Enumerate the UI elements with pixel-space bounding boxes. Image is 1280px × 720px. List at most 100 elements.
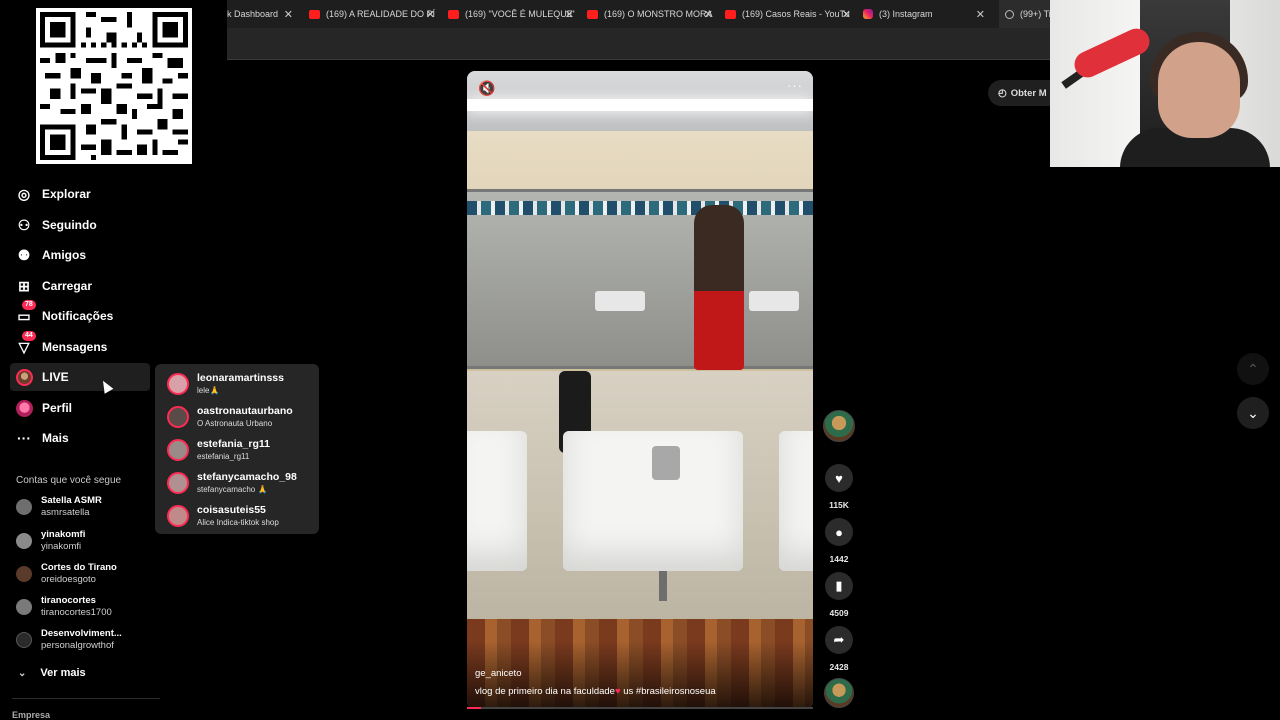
- avatar: [16, 499, 32, 515]
- message-icon: ▽ 44: [14, 331, 36, 357]
- sidebar-item-label: Mais: [42, 431, 69, 445]
- caption-hashtag[interactable]: us #brasileirosnoseua: [621, 686, 715, 697]
- sidebar-item-live[interactable]: LIVE: [10, 363, 150, 391]
- music-disc-avatar[interactable]: [824, 678, 854, 708]
- caption-text: vlog de primeiro dia na faculdade: [475, 686, 615, 697]
- browser-tab[interactable]: (3) Instagram ✕: [863, 0, 989, 28]
- share-count: 2428: [829, 662, 849, 672]
- following-account[interactable]: yinakomfi yinakomfi: [16, 526, 156, 556]
- chevron-down-icon: ⌄: [18, 667, 27, 679]
- tab-close-icon[interactable]: ✕: [565, 8, 574, 21]
- sidebar-item-mais[interactable]: ··· Mais: [10, 424, 150, 452]
- following-account[interactable]: tiranocortes tiranocortes1700: [16, 592, 156, 622]
- sidebar-item-label: Explorar: [42, 187, 91, 201]
- like-button[interactable]: ♥: [825, 464, 853, 492]
- sidebar-item-amigos[interactable]: ⚉ Amigos: [10, 241, 150, 269]
- avatar: [167, 406, 189, 428]
- upload-icon: ⊞: [18, 277, 30, 294]
- next-video-button[interactable]: ⌄: [1237, 397, 1269, 429]
- notification-badge: 78: [22, 300, 36, 310]
- avatar: [16, 632, 32, 648]
- avatar: [167, 505, 189, 527]
- sidebar-item-mensagens[interactable]: ▽ 44 Mensagens: [10, 331, 150, 361]
- avatar: [167, 373, 189, 395]
- sidebar-item-notificacoes[interactable]: ▭ 78 Notificações: [10, 300, 150, 330]
- video-caption: vlog de primeiro dia na faculdade♥ us #b…: [475, 686, 716, 697]
- following-account[interactable]: Satella ASMR asmrsatella: [16, 492, 156, 522]
- tab-close-icon[interactable]: ✕: [426, 8, 435, 21]
- browser-tab[interactable]: (169) Casos Reais - YouTu ✕: [725, 0, 855, 28]
- live-account[interactable]: oastronautaurbano O Astronauta Urbano: [167, 402, 293, 432]
- browser-tab[interactable]: (169) O MONSTRO MORA ✕: [587, 0, 717, 28]
- mute-icon[interactable]: 🔇: [478, 80, 495, 97]
- tab-close-icon[interactable]: ✕: [842, 8, 851, 21]
- inbox-icon: ▭ 78: [14, 300, 36, 326]
- video-frame-mirror-sink: [595, 291, 645, 311]
- previous-video-button[interactable]: ⌃: [1237, 353, 1269, 385]
- avatar: [16, 599, 32, 615]
- live-account[interactable]: coisasuteis55 Alice Indica-tiktok shop: [167, 501, 279, 531]
- see-more-label: Ver mais: [40, 667, 86, 679]
- browser-tab-active[interactable]: (99+) TikT: [999, 0, 1050, 28]
- live-account-name: oastronautaurbano: [197, 405, 293, 417]
- video-player[interactable]: [467, 71, 813, 709]
- live-account[interactable]: estefania_rg11 estefania_rg11: [167, 435, 270, 465]
- address-bar[interactable]: [227, 28, 1050, 60]
- save-button[interactable]: ▮: [825, 572, 853, 600]
- video-frame-faucet: [652, 446, 680, 480]
- account-name: tiranocortes: [41, 595, 96, 606]
- following-account[interactable]: Desenvolviment... personalgrowthof: [16, 625, 156, 655]
- video-frame-pipe: [659, 571, 667, 601]
- video-progress-bar[interactable]: [467, 707, 813, 709]
- video-frame-tiles: [467, 201, 813, 215]
- comment-button[interactable]: ●: [825, 518, 853, 546]
- sidebar-item-seguindo[interactable]: ⚇ Seguindo: [10, 211, 150, 239]
- share-icon: ➦: [833, 632, 845, 647]
- sidebar-item-label: Carregar: [42, 279, 93, 293]
- share-button[interactable]: ➦: [825, 626, 853, 654]
- account-name: yinakomfi: [41, 529, 86, 540]
- get-app-button[interactable]: ◴ Obter M: [988, 80, 1050, 106]
- live-accounts-popup: leonaramartinsss lele🙏 oastronautaurbano O…: [155, 364, 319, 534]
- sidebar-item-label: Mensagens: [42, 340, 108, 354]
- avatar: [167, 439, 189, 461]
- sidebar-item-label: Seguindo: [42, 218, 97, 232]
- live-account-name: leonaramartinsss: [197, 372, 284, 384]
- sidebar-item-label: LIVE: [42, 370, 69, 384]
- tab-label: k Dashboard: [227, 9, 279, 19]
- video-frame-sink: [779, 431, 813, 571]
- sidebar-item-explorar[interactable]: ◎ Explorar: [10, 180, 150, 208]
- video-author[interactable]: ge_aniceto: [475, 668, 521, 679]
- company-link[interactable]: Empresa: [12, 710, 50, 720]
- following-section-title: Contas que você segue: [16, 475, 122, 486]
- heart-icon: ♥: [835, 470, 843, 486]
- tab-close-icon[interactable]: ✕: [284, 8, 293, 21]
- video-frame-mirror: [467, 189, 813, 369]
- tab-close-icon[interactable]: ✕: [976, 8, 985, 21]
- friends-icon: ⚉: [17, 246, 31, 263]
- youtube-icon: [725, 9, 736, 19]
- video-progress-fill: [467, 707, 481, 709]
- live-account[interactable]: stefanycamacho_98 stefanycamacho 🙏: [167, 468, 297, 498]
- see-more-button[interactable]: ⌄ Ver mais: [16, 663, 86, 683]
- sidebar-item-label: Notificações: [42, 309, 114, 323]
- chevron-up-icon: ⌃: [1247, 360, 1259, 377]
- browser-tab[interactable]: k Dashboard ✕: [227, 0, 297, 28]
- youtube-icon: [448, 9, 459, 19]
- qr-code-image: [40, 12, 188, 160]
- tab-label: (99+) TikT: [1020, 9, 1050, 19]
- browser-tab[interactable]: (169) "VOCÊ É MULEQUE" ✕: [448, 0, 578, 28]
- tab-label: (169) O MONSTRO MORA: [604, 9, 713, 19]
- video-frame-sink: [467, 431, 527, 571]
- video-frame-mirror-sink: [749, 291, 799, 311]
- sidebar-item-perfil[interactable]: Perfil: [10, 394, 150, 422]
- tab-close-icon[interactable]: ✕: [704, 8, 713, 21]
- live-account[interactable]: leonaramartinsss lele🙏: [167, 369, 284, 399]
- webcam-person-face: [1158, 42, 1240, 138]
- more-options-icon[interactable]: ···: [787, 78, 803, 93]
- sidebar-item-carregar[interactable]: ⊞ Carregar: [10, 272, 150, 300]
- browser-tab[interactable]: (169) A REALIDADE DO PÍ ✕: [309, 0, 439, 28]
- author-avatar[interactable]: [823, 410, 855, 442]
- following-account[interactable]: Cortes do Tirano oreidoesgoto: [16, 559, 156, 589]
- tiktok-icon: [1005, 9, 1014, 19]
